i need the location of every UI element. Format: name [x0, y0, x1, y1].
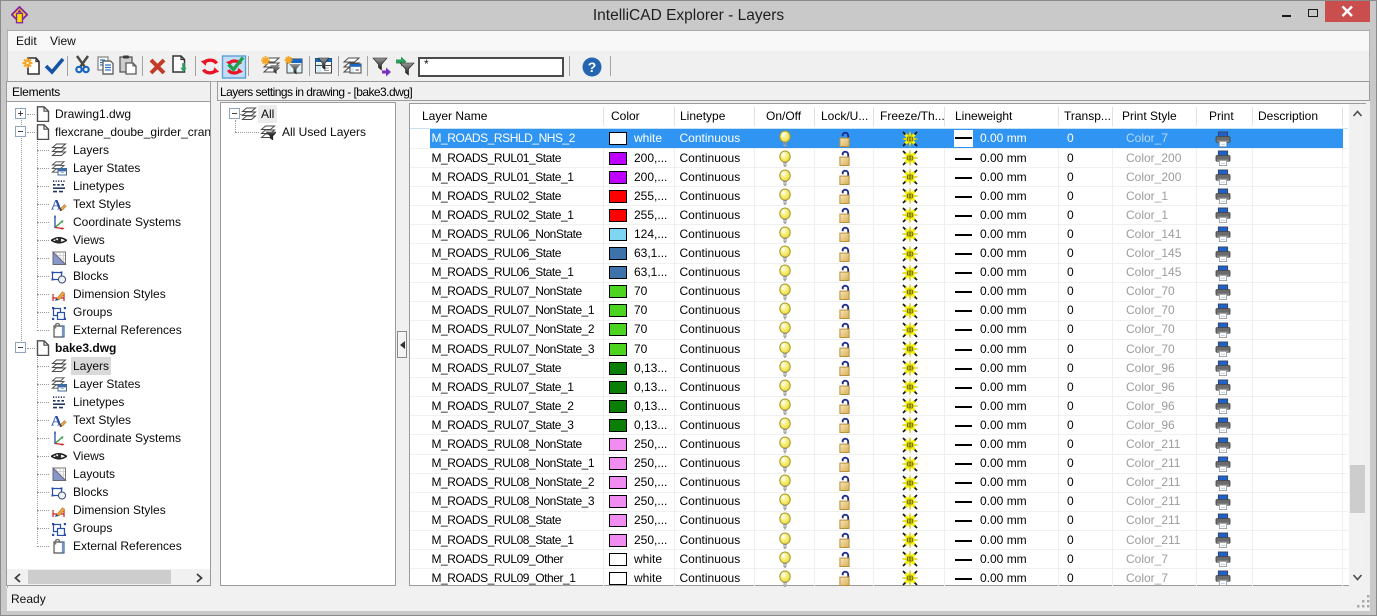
- svg-text:?: ?: [588, 59, 597, 75]
